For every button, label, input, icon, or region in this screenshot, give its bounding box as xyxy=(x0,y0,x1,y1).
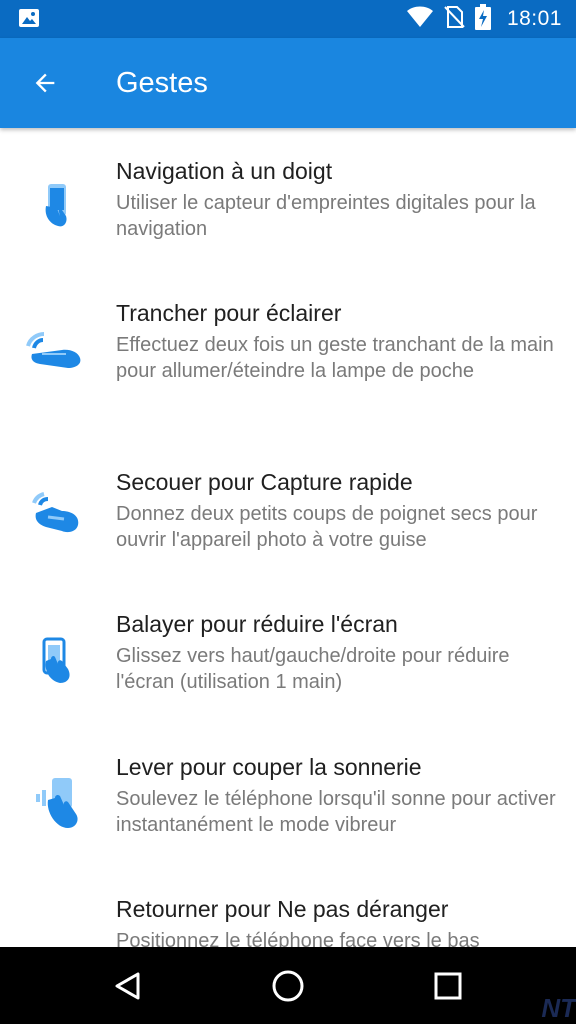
item-title: Navigation à un doigt xyxy=(116,158,333,184)
item-title: Lever pour couper la sonnerie xyxy=(116,754,422,780)
item-text: Trancher pour éclairer Effectuez deux fo… xyxy=(116,298,556,384)
item-title: Balayer pour réduire l'écran xyxy=(116,611,398,637)
item-description: Donnez deux petits coups de poignet secs… xyxy=(116,503,538,551)
nav-home-button[interactable] xyxy=(265,963,311,1009)
navigation-bar: NT xyxy=(0,947,576,1024)
lift-phone-icon xyxy=(22,772,86,836)
clock: 18:01 xyxy=(506,7,562,30)
nav-home-icon xyxy=(272,970,304,1002)
gestures-list: Navigation à un doigt Utiliser le capteu… xyxy=(0,128,576,947)
item-description: Soulevez le téléphone lorsqu'il sonne po… xyxy=(116,788,556,836)
wifi-icon xyxy=(406,6,433,33)
item-description: Glissez vers haut/gauche/droite pour réd… xyxy=(116,645,510,693)
item-description: Positionnez le téléphone face vers le ba… xyxy=(116,930,480,947)
page-title: Gestes xyxy=(116,67,208,99)
app-bar: Gestes xyxy=(0,38,576,128)
nav-recents-button[interactable] xyxy=(425,963,471,1009)
nav-recents-icon xyxy=(434,972,462,1000)
hand-chop-icon xyxy=(22,320,86,384)
item-text: Navigation à un doigt Utiliser le capteu… xyxy=(116,156,556,242)
item-text: Lever pour couper la sonnerie Soulevez l… xyxy=(116,752,556,838)
no-sim-icon xyxy=(443,5,465,34)
status-icons: 18:01 xyxy=(406,0,562,38)
nav-back-icon xyxy=(115,972,140,1000)
fingerprint-phone-icon xyxy=(22,176,86,240)
item-text: Retourner pour Ne pas déranger Positionn… xyxy=(116,894,556,947)
swipe-phone-icon xyxy=(22,629,86,693)
battery-charging-icon xyxy=(474,3,491,35)
item-text: Balayer pour réduire l'écran Glissez ver… xyxy=(116,609,556,695)
status-bar: 18:01 xyxy=(0,0,576,38)
flip-phone-icon xyxy=(22,918,86,947)
arrow-left-icon xyxy=(35,73,55,93)
item-title: Retourner pour Ne pas déranger xyxy=(116,896,449,922)
item-title: Secouer pour Capture rapide xyxy=(116,469,413,495)
item-title: Trancher pour éclairer xyxy=(116,300,342,326)
image-icon xyxy=(18,8,40,33)
item-text: Secouer pour Capture rapide Donnez deux … xyxy=(116,467,556,553)
item-description: Utiliser le capteur d'empreintes digital… xyxy=(116,192,536,240)
hand-shake-icon xyxy=(22,481,86,545)
item-description: Effectuez deux fois un geste tranchant d… xyxy=(116,334,554,382)
back-button[interactable] xyxy=(26,64,64,102)
watermark-logo: NT xyxy=(541,993,576,1023)
nav-back-button[interactable] xyxy=(105,963,151,1009)
